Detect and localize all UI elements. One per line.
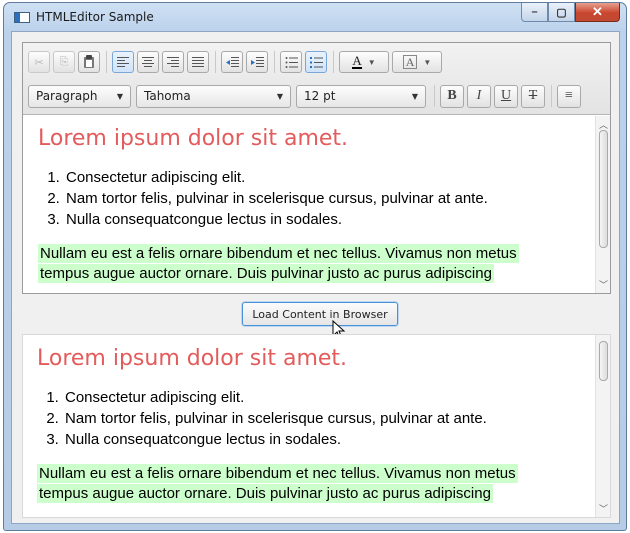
format-select[interactable]: Paragraph ▼ [28, 84, 131, 108]
chevron-down-icon: ▼ [423, 57, 432, 67]
html-editor: ✂ ⎘ A ▼ A ▼ Paragraph ▼ Tahoma ▼ 12 pt ▼… [22, 42, 611, 294]
list-item: Nulla consequatcongue lectus in sodales. [64, 209, 596, 230]
title-bar[interactable]: HTMLEditor Sample – ▢ ✕ [4, 3, 626, 31]
editor-numbered-list: Consectetur adipiscing elit. Nam tortor … [64, 167, 596, 230]
list-item: Nam tortor felis, pulvinar in scelerisqu… [63, 408, 610, 429]
align-left-button[interactable] [112, 51, 134, 73]
minimize-icon: – [531, 6, 538, 18]
maximize-button[interactable]: ▢ [548, 3, 575, 22]
browser-scrollbar[interactable]: ﹀ [595, 335, 610, 517]
window-title: HTMLEditor Sample [36, 10, 154, 24]
paste-icon [84, 55, 94, 68]
align-left-icon [117, 57, 129, 67]
editor-document: Lorem ipsum dolor sit amet. Consectetur … [23, 116, 596, 284]
close-button[interactable]: ✕ [575, 3, 620, 22]
list-item: Consectetur adipiscing elit. [64, 167, 596, 188]
load-content-button-label: Load Content in Browser [252, 307, 388, 321]
text-color-button[interactable]: A ▼ [339, 51, 389, 73]
scroll-down-icon[interactable]: ﹀ [596, 502, 610, 515]
toolbar-row-1: ✂ ⎘ A ▼ A ▼ [28, 47, 445, 77]
load-content-button[interactable]: Load Content in Browser [242, 302, 398, 326]
strikethrough-button[interactable]: T [521, 84, 545, 108]
toolbar-separator [106, 51, 107, 73]
paragraph-line: tempus augue auctor ornare. Duis pulvina… [38, 264, 494, 283]
underline-icon: U [500, 88, 512, 103]
chevron-down-icon: ▼ [116, 91, 123, 101]
align-right-icon [167, 57, 179, 67]
toolbar-separator [333, 51, 334, 73]
browser-document: Lorem ipsum dolor sit amet. Consectetur … [23, 335, 610, 504]
numbered-list-button[interactable] [305, 51, 327, 73]
window-controls: – ▢ ✕ [521, 3, 620, 23]
toolbar-separator [551, 85, 552, 107]
bullet-list-icon [285, 56, 298, 68]
editor-content-area[interactable]: Lorem ipsum dolor sit amet. Consectetur … [23, 116, 596, 293]
font-family-select-value: Tahoma [144, 89, 191, 103]
italic-icon: I [476, 88, 482, 103]
underline-button[interactable]: U [494, 84, 518, 108]
toolbar-separator [215, 51, 216, 73]
align-justify-icon [192, 57, 204, 67]
scrollbar-thumb[interactable] [599, 341, 608, 381]
bold-button[interactable]: B [440, 84, 464, 108]
editor-paragraph: Nullam eu est a felis ornare bibendum et… [38, 244, 596, 284]
indent-icon [250, 56, 264, 67]
cut-button[interactable]: ✂ [28, 51, 50, 73]
format-select-value: Paragraph [36, 89, 98, 103]
app-icon [14, 12, 30, 23]
font-size-select-value: 12 pt [304, 89, 336, 103]
align-justify-button[interactable] [187, 51, 209, 73]
web-browser-view[interactable]: Lorem ipsum dolor sit amet. Consectetur … [22, 334, 611, 518]
chevron-down-icon: ▼ [367, 57, 376, 67]
list-item: Consectetur adipiscing elit. [63, 387, 610, 408]
editor-scrollbar[interactable]: ︿ ﹀ [595, 116, 610, 293]
copy-button[interactable]: ⎘ [53, 51, 75, 73]
editor-toolbar: ✂ ⎘ A ▼ A ▼ Paragraph ▼ Tahoma ▼ 12 pt ▼… [23, 43, 610, 115]
paragraph-line: Nullam eu est a felis ornare bibendum et… [38, 244, 519, 263]
chevron-down-icon: ▼ [276, 91, 283, 101]
align-center-button[interactable] [137, 51, 159, 73]
paragraph-line: tempus augue auctor ornare. Duis pulvina… [37, 484, 493, 503]
background-color-icon: A [402, 55, 418, 69]
outdent-button[interactable] [221, 51, 243, 73]
text-color-icon: A [352, 53, 362, 69]
bullet-list-button[interactable] [280, 51, 302, 73]
app-window: HTMLEditor Sample – ▢ ✕ ✂ ⎘ A ▼ A ▼ Para… [3, 2, 627, 531]
client-area: ✂ ⎘ A ▼ A ▼ Paragraph ▼ Tahoma ▼ 12 pt ▼… [11, 31, 620, 524]
bold-icon: B [447, 88, 457, 103]
maximize-icon: ▢ [556, 6, 567, 19]
list-item: Nam tortor felis, pulvinar in scelerisqu… [64, 188, 596, 209]
font-family-select[interactable]: Tahoma ▼ [136, 84, 291, 108]
toolbar-row-2: Paragraph ▼ Tahoma ▼ 12 pt ▼ B I U T ≡ [28, 83, 584, 109]
editor-heading: Lorem ipsum dolor sit amet. [38, 126, 349, 151]
scroll-down-icon[interactable]: ﹀ [596, 278, 611, 291]
horizontal-rule-icon: ≡ [565, 88, 573, 103]
copy-icon: ⎘ [59, 55, 69, 68]
align-center-icon [142, 57, 154, 67]
background-color-button[interactable]: A ▼ [392, 51, 442, 73]
browser-paragraph: Nullam eu est a felis ornare bibendum et… [37, 464, 610, 504]
toolbar-separator [434, 85, 435, 107]
numbered-list-icon [309, 56, 323, 68]
browser-numbered-list: Consectetur adipiscing elit. Nam tortor … [63, 387, 610, 450]
italic-button[interactable]: I [467, 84, 491, 108]
indent-button[interactable] [246, 51, 268, 73]
font-size-select[interactable]: 12 pt ▼ [296, 84, 426, 108]
list-item: Nulla consequatcongue lectus in sodales. [63, 429, 610, 450]
minimize-button[interactable]: – [521, 3, 548, 22]
paragraph-line: Nullam eu est a felis ornare bibendum et… [37, 464, 518, 483]
horizontal-rule-button[interactable]: ≡ [557, 84, 581, 108]
scrollbar-thumb[interactable] [599, 130, 608, 248]
close-icon: ✕ [592, 4, 603, 19]
paste-button[interactable] [78, 51, 100, 73]
strikethrough-icon: T [528, 88, 538, 103]
toolbar-separator [274, 51, 275, 73]
align-right-button[interactable] [162, 51, 184, 73]
outdent-icon [225, 56, 239, 67]
cut-icon: ✂ [34, 56, 44, 69]
browser-heading: Lorem ipsum dolor sit amet. [37, 346, 348, 371]
chevron-down-icon: ▼ [411, 91, 418, 101]
